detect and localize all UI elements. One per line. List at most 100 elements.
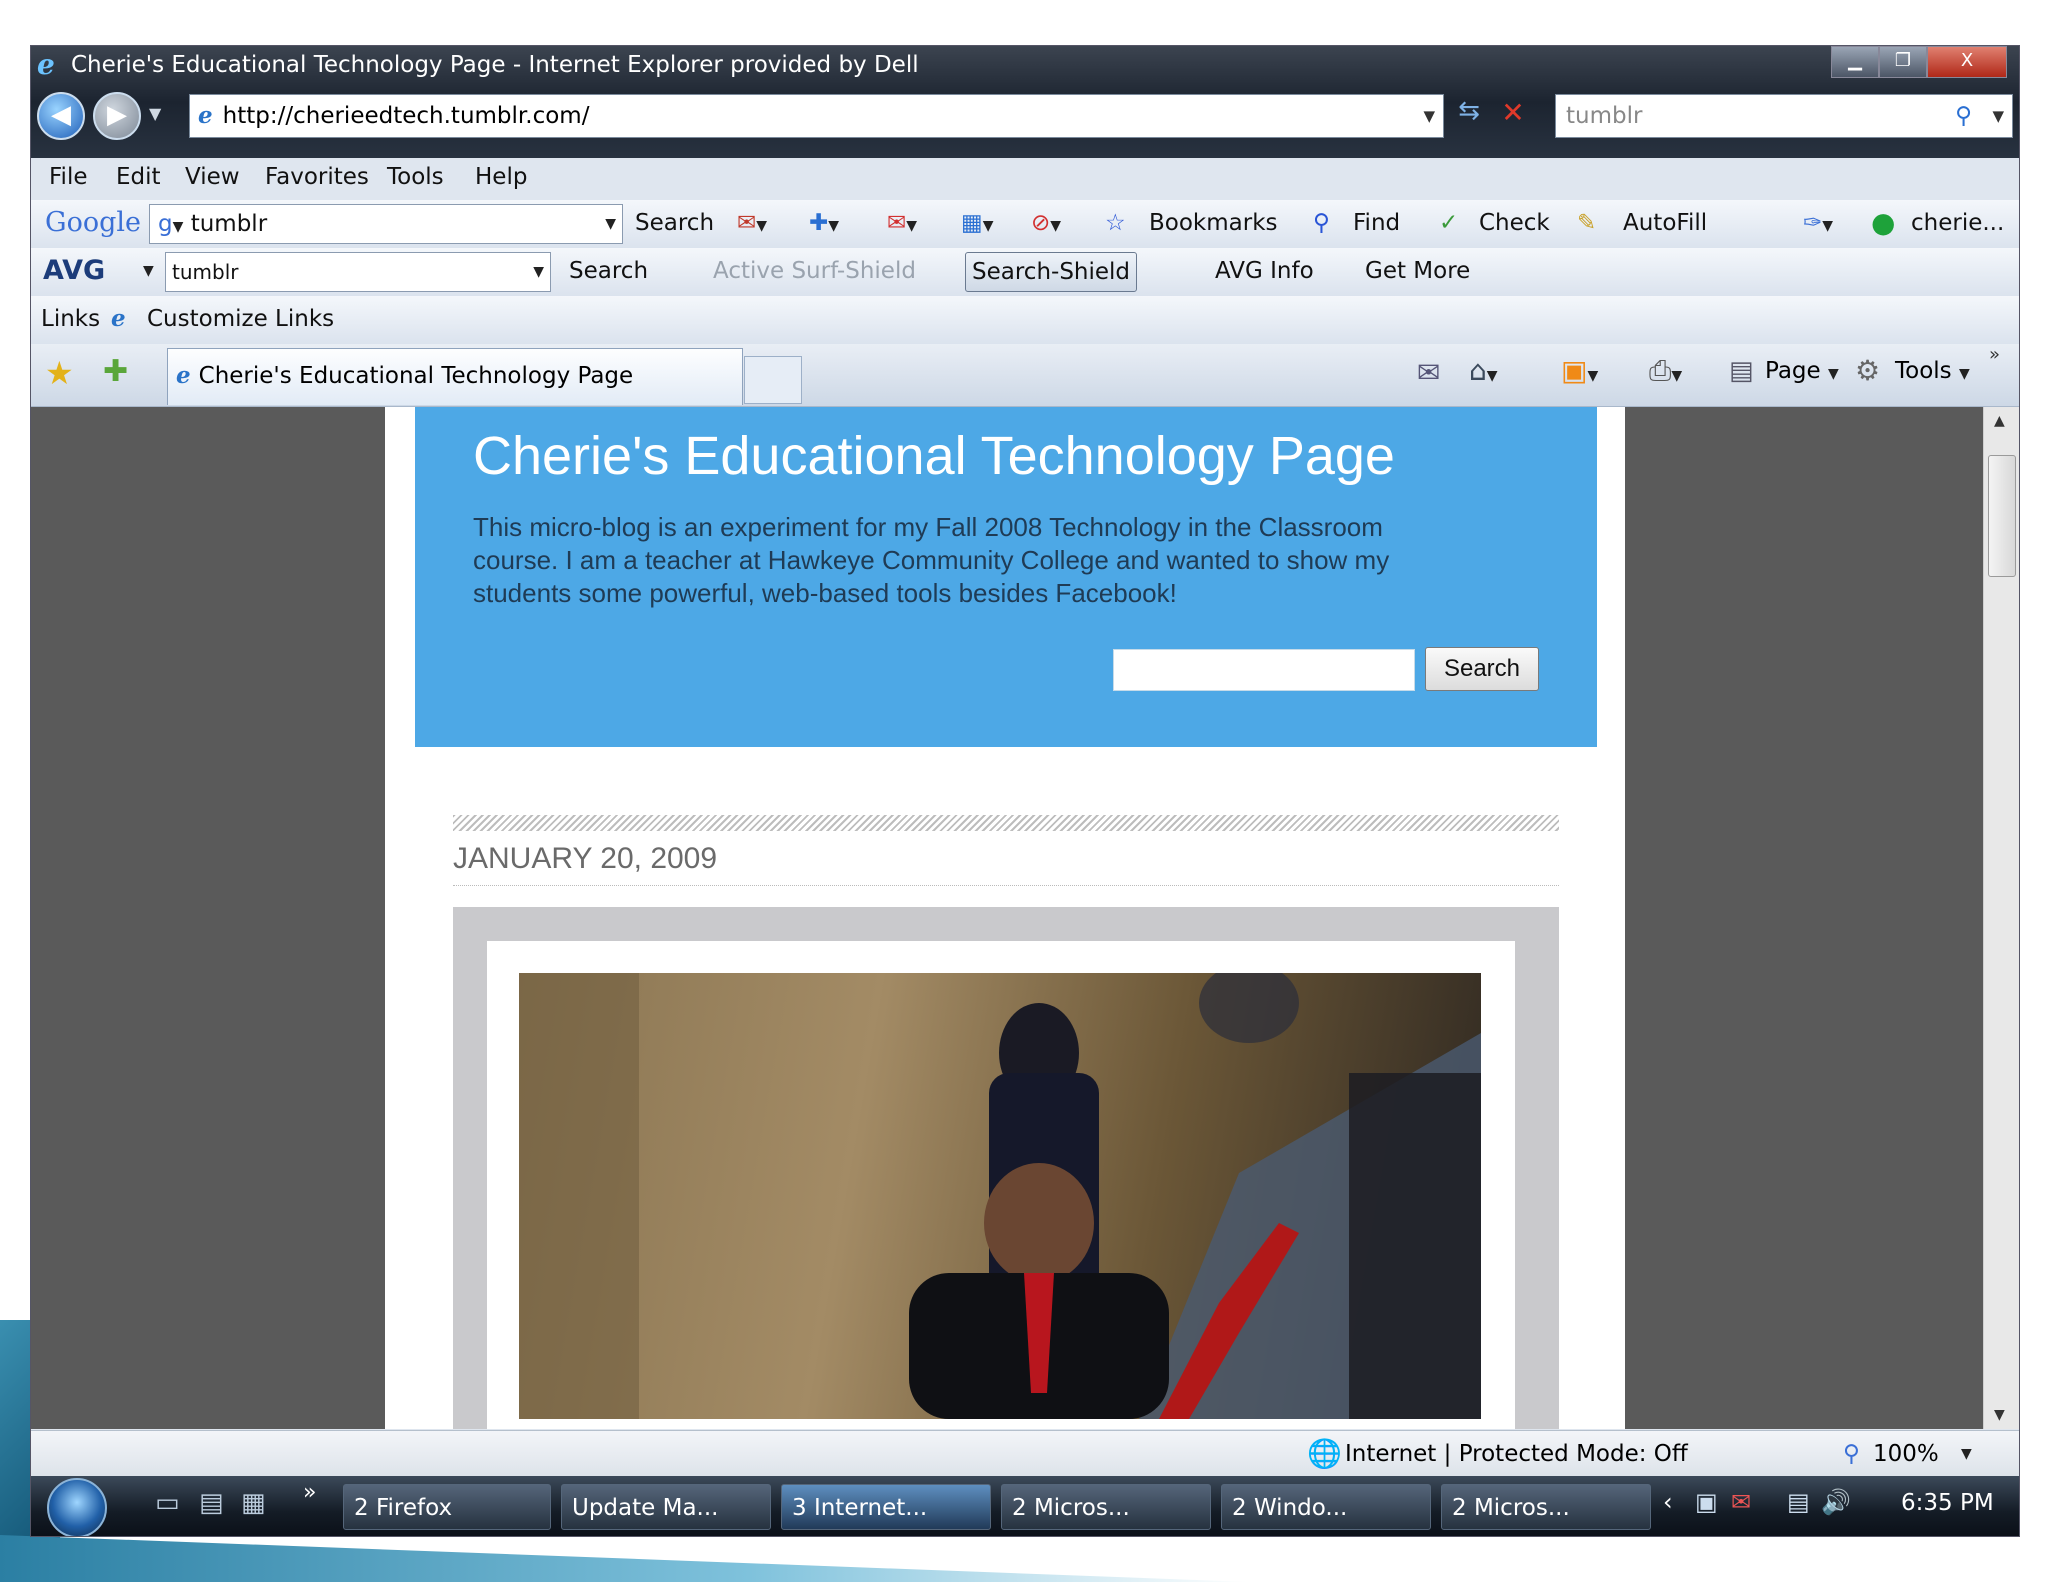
search-box[interactable]: tumblr ⚲ ▼ xyxy=(1555,94,2013,138)
post-photo[interactable] xyxy=(519,973,1481,1419)
volume-tray-icon[interactable]: 🔊 xyxy=(1821,1488,1851,1516)
network-tray-icon[interactable]: ▣ xyxy=(1695,1488,1718,1516)
menu-tools[interactable]: Tools xyxy=(387,164,444,190)
title-bar: e Cherie's Educational Technology Page -… xyxy=(31,46,2019,158)
google-history-dropdown-icon[interactable]: ▼ xyxy=(605,205,616,243)
scroll-down-icon[interactable]: ▼ xyxy=(1994,1407,2005,1423)
search-dropdown-icon[interactable]: ▼ xyxy=(1992,95,2004,137)
avg-query: tumblr xyxy=(172,260,239,284)
links-bar: Links e Customize Links xyxy=(31,296,2019,345)
back-button[interactable]: ◀ xyxy=(37,92,85,140)
window-title: Cherie's Educational Technology Page - I… xyxy=(71,52,919,78)
stop-icon[interactable]: ✕ xyxy=(1493,96,1533,136)
news-icon[interactable]: ✉▼ xyxy=(737,200,767,249)
menu-help[interactable]: Help xyxy=(475,164,527,190)
bookmarks-button[interactable]: Bookmarks xyxy=(1149,200,1278,246)
quicklaunch-chevron[interactable]: » xyxy=(303,1480,316,1505)
taskbar-firefox[interactable]: 2 Firefox xyxy=(343,1484,551,1530)
popup-blocker-icon[interactable]: ⊘▼ xyxy=(1031,200,1061,249)
switch-windows-icon[interactable]: ▦ xyxy=(241,1488,266,1518)
word-quicklaunch-icon[interactable]: ▤ xyxy=(199,1488,224,1518)
google-search-button[interactable]: Search xyxy=(635,200,714,246)
mail-tray-icon[interactable]: ✉ xyxy=(1731,1488,1751,1516)
get-more-button[interactable]: Get More xyxy=(1365,248,1470,294)
blog-search-input[interactable] xyxy=(1113,649,1415,691)
more-chevron-icon[interactable]: » xyxy=(1989,344,2000,365)
forward-button[interactable]: ▶ xyxy=(93,92,141,140)
page-menu-button[interactable]: Page ▼ xyxy=(1765,358,1839,384)
customize-links-icon: e xyxy=(111,305,126,332)
taskbar-microsoft-other[interactable]: 2 Micros... xyxy=(1441,1484,1651,1530)
home-icon[interactable]: ⌂▼ xyxy=(1469,354,1498,387)
check-button[interactable]: Check xyxy=(1479,200,1550,246)
tray-expand-icon[interactable]: ‹ xyxy=(1663,1488,1673,1516)
feeds-icon[interactable]: ✉ xyxy=(1417,356,1440,389)
clock[interactable]: 6:35 PM xyxy=(1901,1490,1994,1516)
search-shield-button[interactable]: Search-Shield xyxy=(965,252,1138,292)
avg-history-dropdown-icon[interactable]: ▼ xyxy=(533,253,544,291)
avg-info-button[interactable]: AVG Info xyxy=(1215,248,1314,294)
start-button[interactable] xyxy=(47,1478,107,1536)
autofill-icon: ✎ xyxy=(1577,210,1597,236)
photo-illustration xyxy=(519,973,1481,1419)
find-button[interactable]: Find xyxy=(1353,200,1400,246)
active-surf-shield[interactable]: Active Surf-Shield xyxy=(713,248,916,294)
zoom-icon: ⚲ xyxy=(1843,1441,1860,1467)
taskbar-microsoft-word[interactable]: 2 Micros... xyxy=(1001,1484,1211,1530)
calendar-icon[interactable]: ▦▼ xyxy=(961,200,994,249)
taskbar-internet-explorer[interactable]: 3 Internet... xyxy=(781,1484,991,1530)
bookmarks-star-icon[interactable]: ☆ xyxy=(1105,200,1126,246)
google-options-dropdown-icon[interactable]: ▼ xyxy=(173,219,184,235)
maximize-button[interactable]: ❐ xyxy=(1879,46,1927,78)
taskbar-windows-explorer[interactable]: 2 Windo... xyxy=(1221,1484,1431,1530)
show-desktop-icon[interactable]: ▭ xyxy=(155,1488,180,1518)
tab-active[interactable]: e Cherie's Educational Technology Page xyxy=(167,348,743,405)
tools-menu-button[interactable]: Tools ▼ xyxy=(1895,358,1970,384)
menu-bar: File Edit View Favorites Tools Help xyxy=(31,158,2019,201)
device-tray-icon[interactable]: ▤ xyxy=(1787,1488,1810,1516)
blog-title[interactable]: Cherie's Educational Technology Page xyxy=(473,425,1395,487)
blog-search-button[interactable]: Search xyxy=(1425,647,1539,691)
post-inner xyxy=(487,941,1515,1429)
blog-page: Cherie's Educational Technology Page Thi… xyxy=(385,407,1625,1429)
minimize-button[interactable]: ▁ xyxy=(1831,46,1879,78)
google-search-input[interactable]: g▼ tumblr ▼ xyxy=(149,204,623,244)
close-button[interactable]: X xyxy=(1927,46,2007,78)
history-dropdown-icon[interactable]: ▼ xyxy=(149,104,161,123)
avg-search-button[interactable]: Search xyxy=(569,248,648,294)
status-bar: 🌐 Internet | Protected Mode: Off ⚲ 100% … xyxy=(31,1430,2019,1477)
content-area: Cherie's Educational Technology Page Thi… xyxy=(31,407,1983,1429)
address-bar[interactable]: e http://cherieedtech.tumblr.com/ ▼ xyxy=(189,94,1444,138)
taskbar-update-manager[interactable]: Update Ma... xyxy=(561,1484,771,1530)
account-button[interactable]: cherie... xyxy=(1911,200,2004,246)
avg-options-dropdown-icon[interactable]: ▼ xyxy=(143,248,154,294)
add-favorite-icon[interactable]: ✚ xyxy=(103,354,128,389)
search-icon[interactable]: ⚲ xyxy=(1955,95,1972,137)
scroll-up-icon[interactable]: ▲ xyxy=(1994,413,2005,429)
tab-strip: ★ ✚ e Cherie's Educational Technology Pag… xyxy=(31,344,2019,407)
menu-view[interactable]: View xyxy=(185,164,240,190)
rss-icon[interactable]: ▣▼ xyxy=(1561,354,1598,387)
gmail-icon[interactable]: ✉▼ xyxy=(887,200,917,249)
autofill-button[interactable]: AutoFill xyxy=(1623,200,1707,246)
internet-zone-icon: 🌐 xyxy=(1307,1437,1342,1470)
favorites-star-icon[interactable]: ★ xyxy=(45,354,74,392)
spellcheck-icon: ✓ xyxy=(1439,210,1459,236)
wrench-icon[interactable]: ✑▼ xyxy=(1803,200,1833,249)
plus-icon[interactable]: ✚▼ xyxy=(809,200,839,249)
address-dropdown-icon[interactable]: ▼ xyxy=(1423,95,1435,137)
avg-search-input[interactable]: tumblr ▼ xyxy=(165,252,551,292)
zoom-dropdown-icon[interactable]: ▼ xyxy=(1961,1431,1972,1477)
refresh-icon[interactable]: ⇆ xyxy=(1449,96,1489,136)
new-tab-button[interactable] xyxy=(744,356,802,404)
scroll-thumb[interactable] xyxy=(1988,455,2016,577)
tools-menu-label: Tools xyxy=(1895,358,1952,384)
menu-favorites[interactable]: Favorites xyxy=(265,164,369,190)
vertical-scrollbar[interactable]: ▲ ▼ xyxy=(1983,407,2019,1429)
customize-links[interactable]: Customize Links xyxy=(147,296,334,342)
menu-file[interactable]: File xyxy=(49,164,88,190)
menu-edit[interactable]: Edit xyxy=(116,164,161,190)
security-zone-text[interactable]: Internet | Protected Mode: Off xyxy=(1345,1431,1688,1477)
zoom-level[interactable]: 100% xyxy=(1873,1431,1939,1477)
print-icon[interactable]: ⎙▼ xyxy=(1649,354,1682,388)
